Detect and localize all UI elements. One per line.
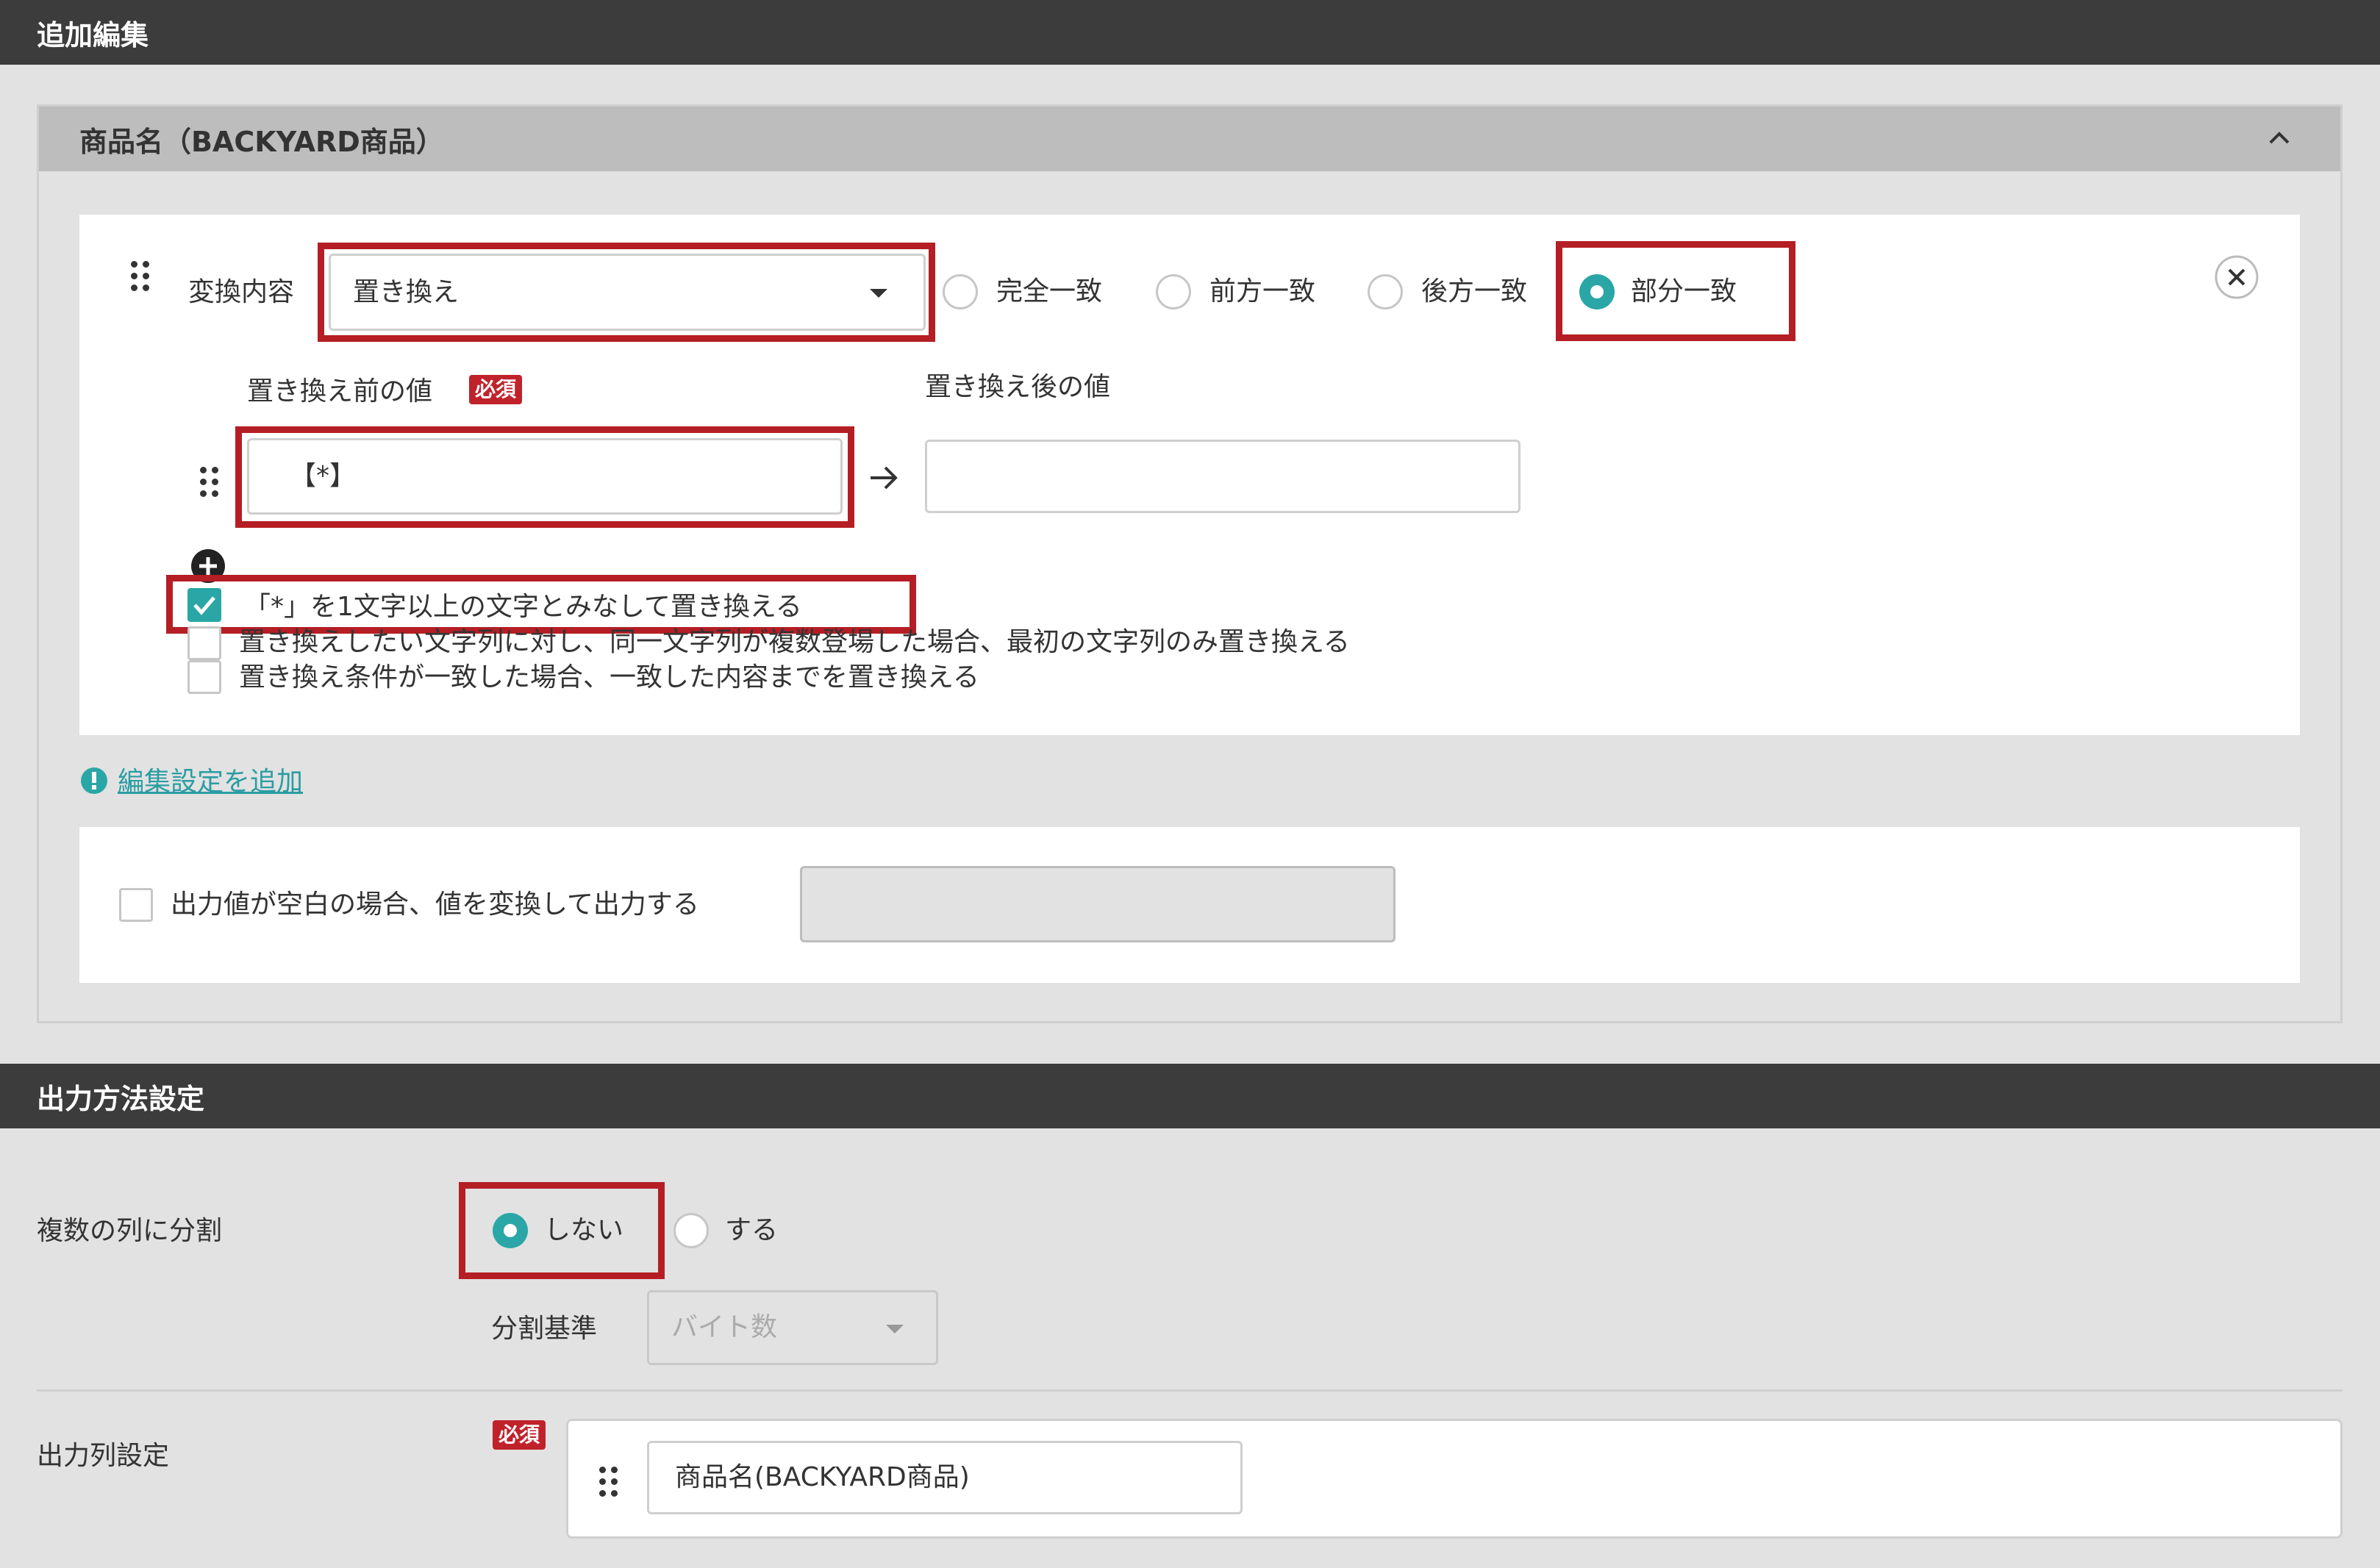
add-edit-setting-link[interactable]: 編集設定を追加	[118, 769, 303, 795]
split-basis-label: 分割基準	[491, 1314, 598, 1344]
section-title: 出力方法設定	[37, 1082, 205, 1115]
drag-handle-icon[interactable]	[200, 467, 218, 497]
dropdown-arrow-icon	[870, 289, 887, 298]
close-icon[interactable]	[2213, 254, 2260, 301]
conversion-label: 変換内容	[188, 277, 295, 307]
panel-title: 商品名（BACKYARD商品）	[79, 125, 444, 158]
after-value-input[interactable]	[925, 440, 1520, 513]
label-wildcard: 「*」を1文字以上の文字とみなして置き換える	[244, 592, 802, 622]
output-column-input[interactable]: 商品名(BACKYARD商品)	[647, 1441, 1243, 1514]
radio-split-yes[interactable]	[673, 1213, 709, 1248]
chevron-up-icon[interactable]	[2268, 129, 2290, 146]
checkbox-wildcard[interactable]	[187, 588, 221, 622]
required-badge: 必須	[469, 375, 523, 404]
split-basis-value: バイト数	[671, 1312, 778, 1342]
dropdown-arrow-icon	[886, 1325, 904, 1333]
radio-split-no[interactable]	[493, 1213, 528, 1248]
divider	[37, 1389, 2343, 1392]
output-column-value: 商品名(BACKYARD商品)	[675, 1462, 970, 1492]
after-value-label: 置き換え後の値	[925, 372, 1111, 402]
checkbox-blank-output[interactable]	[119, 888, 153, 922]
before-value-input[interactable]: 【*】	[247, 438, 843, 515]
checkbox-first-only[interactable]	[187, 626, 221, 660]
drag-handle-icon[interactable]	[599, 1467, 618, 1497]
panel-header[interactable]: 商品名（BACKYARD商品）	[39, 107, 2340, 171]
label-split-no: しない	[544, 1215, 624, 1245]
section-header-edit: 追加編集	[0, 0, 2380, 65]
checkbox-up-to-match[interactable]	[187, 660, 221, 694]
info-icon	[81, 767, 107, 794]
label-exact-match: 完全一致	[996, 276, 1103, 307]
section-header-output: 出力方法設定	[0, 1064, 2380, 1128]
conversion-select[interactable]: 置き換え	[329, 254, 926, 331]
radio-suffix-match[interactable]	[1368, 274, 1403, 309]
required-badge: 必須	[493, 1420, 546, 1450]
before-value-label: 置き換え前の値	[247, 376, 433, 407]
radio-prefix-match[interactable]	[1156, 274, 1191, 309]
before-value-text: 【*】	[290, 461, 357, 491]
section-title: 追加編集	[37, 18, 149, 51]
checkmark-icon	[193, 596, 215, 615]
split-label: 複数の列に分割	[37, 1216, 223, 1246]
label-up-to-match: 置き換え条件が一致した場合、一致した内容までを置き換える	[239, 662, 979, 692]
label-split-yes: する	[725, 1215, 779, 1245]
drag-handle-icon[interactable]	[131, 261, 149, 291]
label-suffix-match: 後方一致	[1421, 276, 1528, 307]
output-columns-label: 出力列設定	[37, 1441, 170, 1471]
conversion-select-value: 置き換え	[353, 276, 460, 307]
blank-output-value-input	[800, 866, 1396, 942]
label-partial-match: 部分一致	[1631, 276, 1737, 307]
label-first-only: 置き換えしたい文字列に対し、同一文字列が複数登場した場合、最初の文字列のみ置き換…	[239, 627, 1350, 657]
arrow-right-icon	[871, 466, 898, 490]
label-prefix-match: 前方一致	[1209, 276, 1316, 307]
label-blank-output: 出力値が空白の場合、値を変換して出力する	[171, 889, 699, 920]
radio-exact-match[interactable]	[943, 274, 978, 309]
radio-partial-match[interactable]	[1579, 274, 1615, 309]
